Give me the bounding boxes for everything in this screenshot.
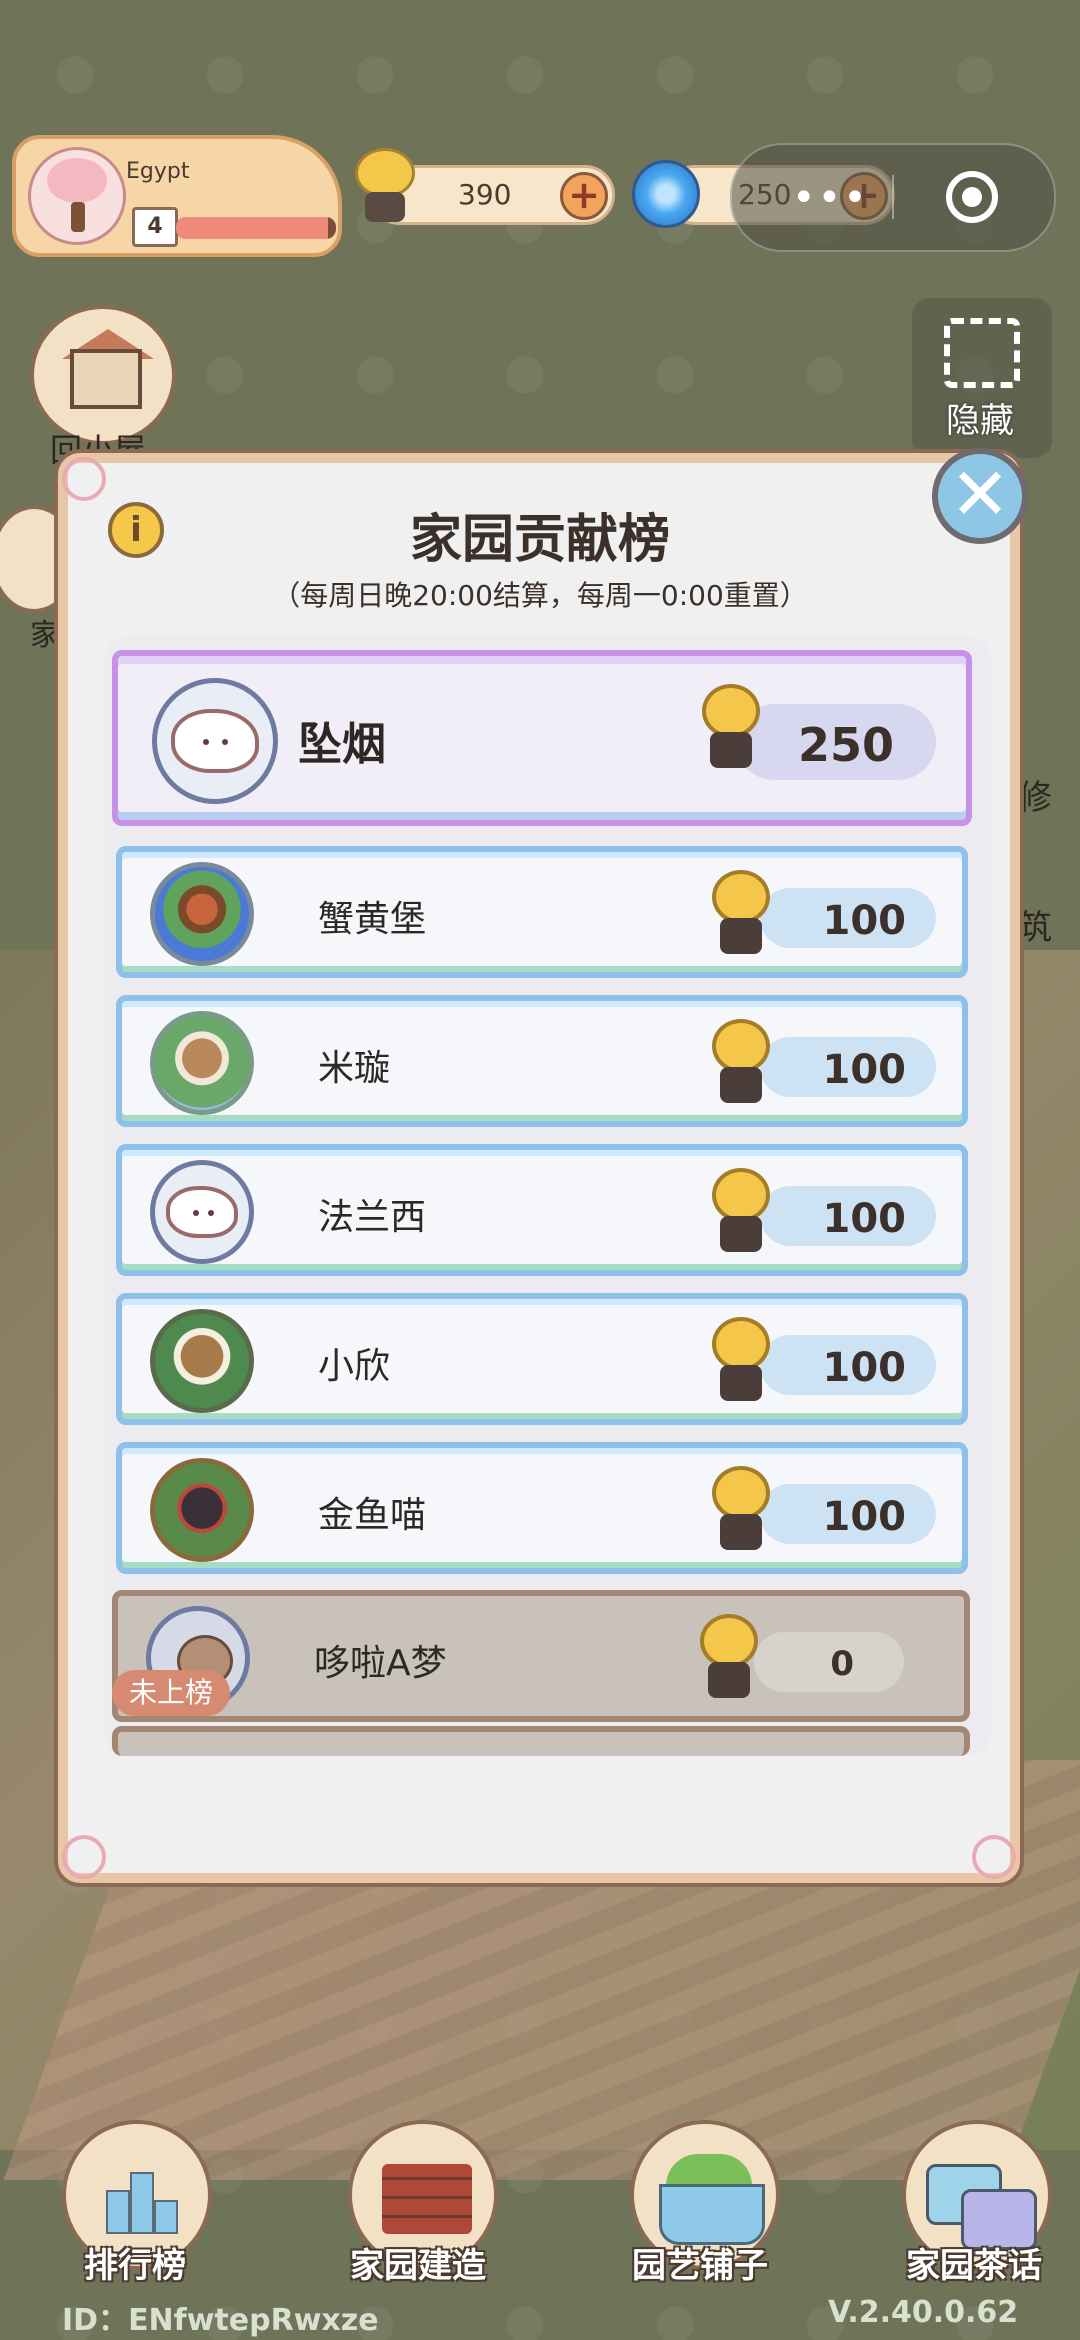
hide-ui-label: 隐藏: [946, 401, 1014, 441]
snail-coin-icon: [706, 1466, 776, 1556]
player-id: ID：ENfwtepRwxze: [62, 2303, 379, 2338]
leaderboard-row-rank-3[interactable]: 米璇 100: [116, 995, 968, 1127]
leaderboard-row-rank-2[interactable]: 蟹黄堡 100: [116, 846, 968, 978]
ranking-icon: [106, 2172, 178, 2234]
snail-coin-icon: [706, 1168, 776, 1258]
cherry-tree-icon: [47, 158, 107, 203]
score-pill: [754, 1632, 904, 1692]
user-score: 100: [822, 1345, 907, 1391]
xp-progress-fill: [176, 217, 328, 239]
user-score: 100: [822, 898, 907, 944]
basket-icon: [659, 2184, 765, 2245]
cloud-avatar-icon: [166, 1185, 238, 1239]
garden-shop-label: 园艺铺子: [632, 2246, 768, 2286]
modal-subtitle: （每周日晚20:00结算，每周一0:00重置）: [272, 579, 808, 612]
user-score: 0: [830, 1644, 854, 1684]
snail-coin-icon: [706, 1019, 776, 1109]
leaderboard-row-rank-4[interactable]: 法兰西 100: [116, 1144, 968, 1276]
user-avatar: [150, 1458, 254, 1562]
user-avatar: [152, 678, 278, 804]
player-profile-card[interactable]: Egypt 4: [12, 135, 342, 257]
user-avatar: [150, 1011, 254, 1115]
player-level-badge: 4: [132, 207, 178, 247]
user-avatar: [150, 862, 254, 966]
user-name: 蟹黄堡: [318, 899, 427, 940]
family-label: 家: [30, 618, 60, 653]
user-name: 哆啦A梦: [314, 1643, 447, 1684]
snail-coin-value: 390: [458, 178, 512, 211]
unranked-badge: 未上榜: [112, 1670, 230, 1716]
water-drop-icon: [632, 160, 700, 228]
ranking-label: 排行榜: [84, 2246, 186, 2286]
snail-coin-icon: [706, 870, 776, 960]
user-name: 法兰西: [318, 1197, 427, 1238]
cloud-avatar-icon: [170, 708, 260, 774]
home-chat-label: 家园茶话: [906, 2246, 1042, 2286]
user-avatar: [150, 1160, 254, 1264]
user-name: 小欣: [318, 1346, 391, 1387]
hide-ui-button[interactable]: 隐藏: [912, 298, 1052, 458]
leaderboard-row-rank-1[interactable]: 坠烟 250: [112, 650, 972, 826]
fullscreen-frame-icon: [944, 318, 1020, 388]
close-mini-program-button[interactable]: [946, 171, 998, 223]
user-avatar: [150, 1309, 254, 1413]
leaderboard-row-rank-5[interactable]: 小欣 100: [116, 1293, 968, 1425]
snail-coin-icon: [706, 1317, 776, 1407]
version-number: V.2.40.0.62: [828, 2295, 1019, 2330]
mini-program-capsule: •••: [730, 143, 1056, 252]
modal-corner-ornament: [972, 1835, 1016, 1879]
modal-title: 家园贡献榜: [409, 510, 670, 570]
snail-coin-icon: [350, 148, 420, 228]
user-score: 100: [822, 1494, 907, 1540]
home-build-label: 家园建造: [350, 2246, 486, 2286]
user-name: 米璇: [318, 1048, 391, 1089]
user-name: 坠烟: [298, 719, 386, 770]
add-snail-coin-button[interactable]: +: [560, 172, 608, 220]
go-home-button[interactable]: [30, 305, 176, 445]
leaderboard-row-rank-6[interactable]: 金鱼喵 100: [116, 1442, 968, 1574]
my-leaderboard-row[interactable]: 哆啦A梦 0: [112, 1590, 970, 1722]
snail-coin-icon: [694, 1614, 764, 1704]
next-row-partial: [112, 1726, 970, 1756]
user-score: 100: [822, 1047, 907, 1093]
capsule-divider: [892, 175, 894, 219]
modal-corner-ornament: [62, 457, 106, 501]
more-menu-button[interactable]: •••: [792, 175, 869, 221]
house-icon: [70, 349, 142, 409]
player-name: Egypt: [126, 159, 190, 184]
tree-trunk: [71, 202, 85, 232]
user-score: 100: [822, 1196, 907, 1242]
decorate-label-fragment: 修: [1018, 778, 1052, 818]
build-label-fragment: 筑: [1018, 908, 1052, 948]
modal-corner-ornament: [62, 1835, 106, 1879]
snail-coin-icon: [696, 684, 766, 774]
player-avatar: [28, 147, 126, 245]
xp-progress-bar: [176, 217, 336, 239]
user-name: 金鱼喵: [318, 1495, 427, 1536]
bricks-icon: [382, 2164, 472, 2234]
user-score: 250: [797, 718, 894, 772]
